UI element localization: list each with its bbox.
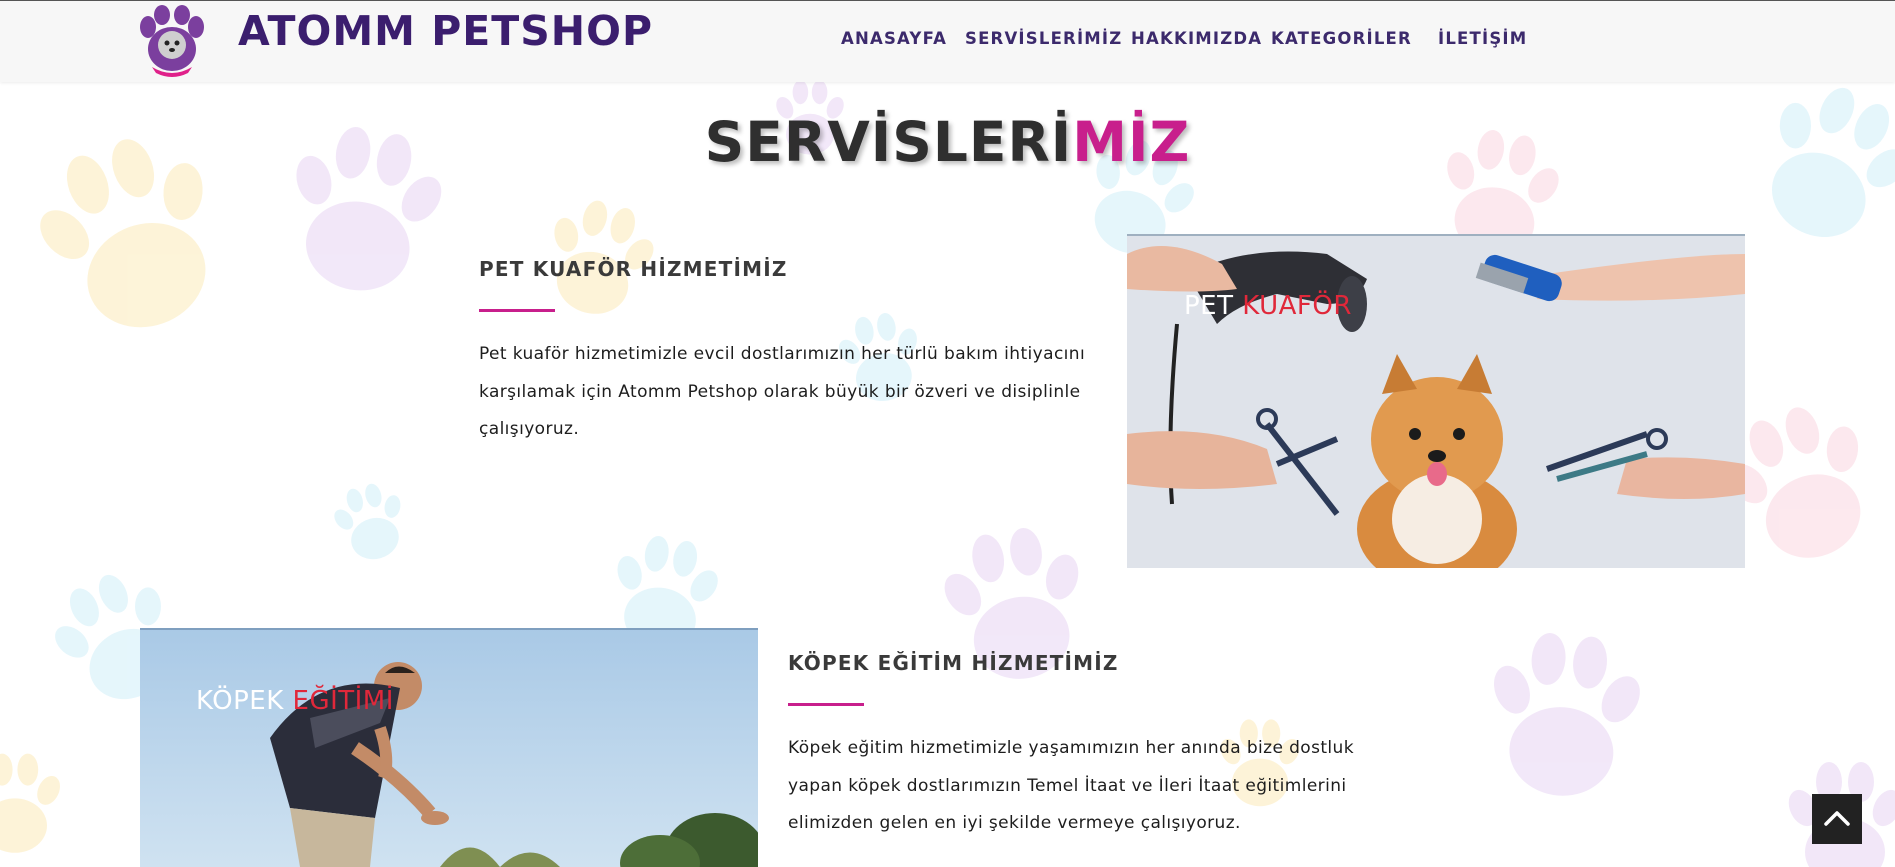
grooming-caption-red: KUAFÖR bbox=[1242, 291, 1352, 321]
grooming-caption-white: PET bbox=[1184, 291, 1243, 321]
service-training-photo: KÖPEK EĞİTİMİ bbox=[140, 628, 758, 867]
service-grooming-photo: PET KUAFÖR bbox=[1127, 234, 1745, 568]
paw-logo-icon[interactable] bbox=[138, 5, 206, 77]
service-grooming-description: Pet kuaför hizmetimizle evcil dostlarımı… bbox=[479, 344, 1086, 439]
dog-training-image bbox=[140, 628, 758, 867]
nav-kategoriler[interactable]: KATEGORİLER bbox=[1271, 29, 1412, 48]
service-training-heading: KÖPEK EĞİTİM HİZMETİMİZ bbox=[788, 651, 1119, 675]
section-title-part1: SERVİSLERİ bbox=[704, 110, 1073, 174]
service-training-text: KÖPEK EĞİTİM HİZMETİMİZ Köpek eğitim hiz… bbox=[788, 651, 1378, 843]
section-title: SERVİSLERİMİZ bbox=[0, 110, 1895, 174]
service-grooming-heading: PET KUAFÖR HİZMETİMİZ bbox=[479, 257, 788, 281]
training-caption-red: EĞİTİMİ bbox=[292, 686, 394, 716]
nav-servislerimiz[interactable]: SERVİSLERİMİZ bbox=[965, 29, 1122, 48]
section-title-part2: MİZ bbox=[1072, 110, 1191, 174]
brand-name[interactable]: ATOMM PETSHOP bbox=[238, 7, 653, 55]
grooming-photo-caption: PET KUAFÖR bbox=[1184, 291, 1352, 321]
training-photo-caption: KÖPEK EĞİTİMİ bbox=[196, 686, 394, 716]
grooming-dog-image bbox=[1127, 234, 1745, 568]
training-caption-white: KÖPEK bbox=[196, 686, 293, 716]
chevron-up-icon bbox=[1824, 811, 1850, 826]
site-header: ATOMM PETSHOP ANASAYFA SERVİSLERİMİZ HAK… bbox=[0, 0, 1895, 82]
nav-anasayfa[interactable]: ANASAYFA bbox=[841, 29, 947, 48]
back-to-top-button[interactable] bbox=[1812, 794, 1862, 844]
service-grooming-text: PET KUAFÖR HİZMETİMİZ Pet kuaför hizmeti… bbox=[479, 257, 1097, 449]
heading-underline bbox=[479, 309, 555, 312]
nav-hakkimizda[interactable]: HAKKIMIZDA bbox=[1131, 29, 1262, 48]
nav-iletisim[interactable]: İLETİŞİM bbox=[1438, 29, 1527, 48]
heading-underline bbox=[788, 703, 864, 706]
service-training-description: Köpek eğitim hizmetimizle yaşamımızın he… bbox=[788, 738, 1354, 833]
